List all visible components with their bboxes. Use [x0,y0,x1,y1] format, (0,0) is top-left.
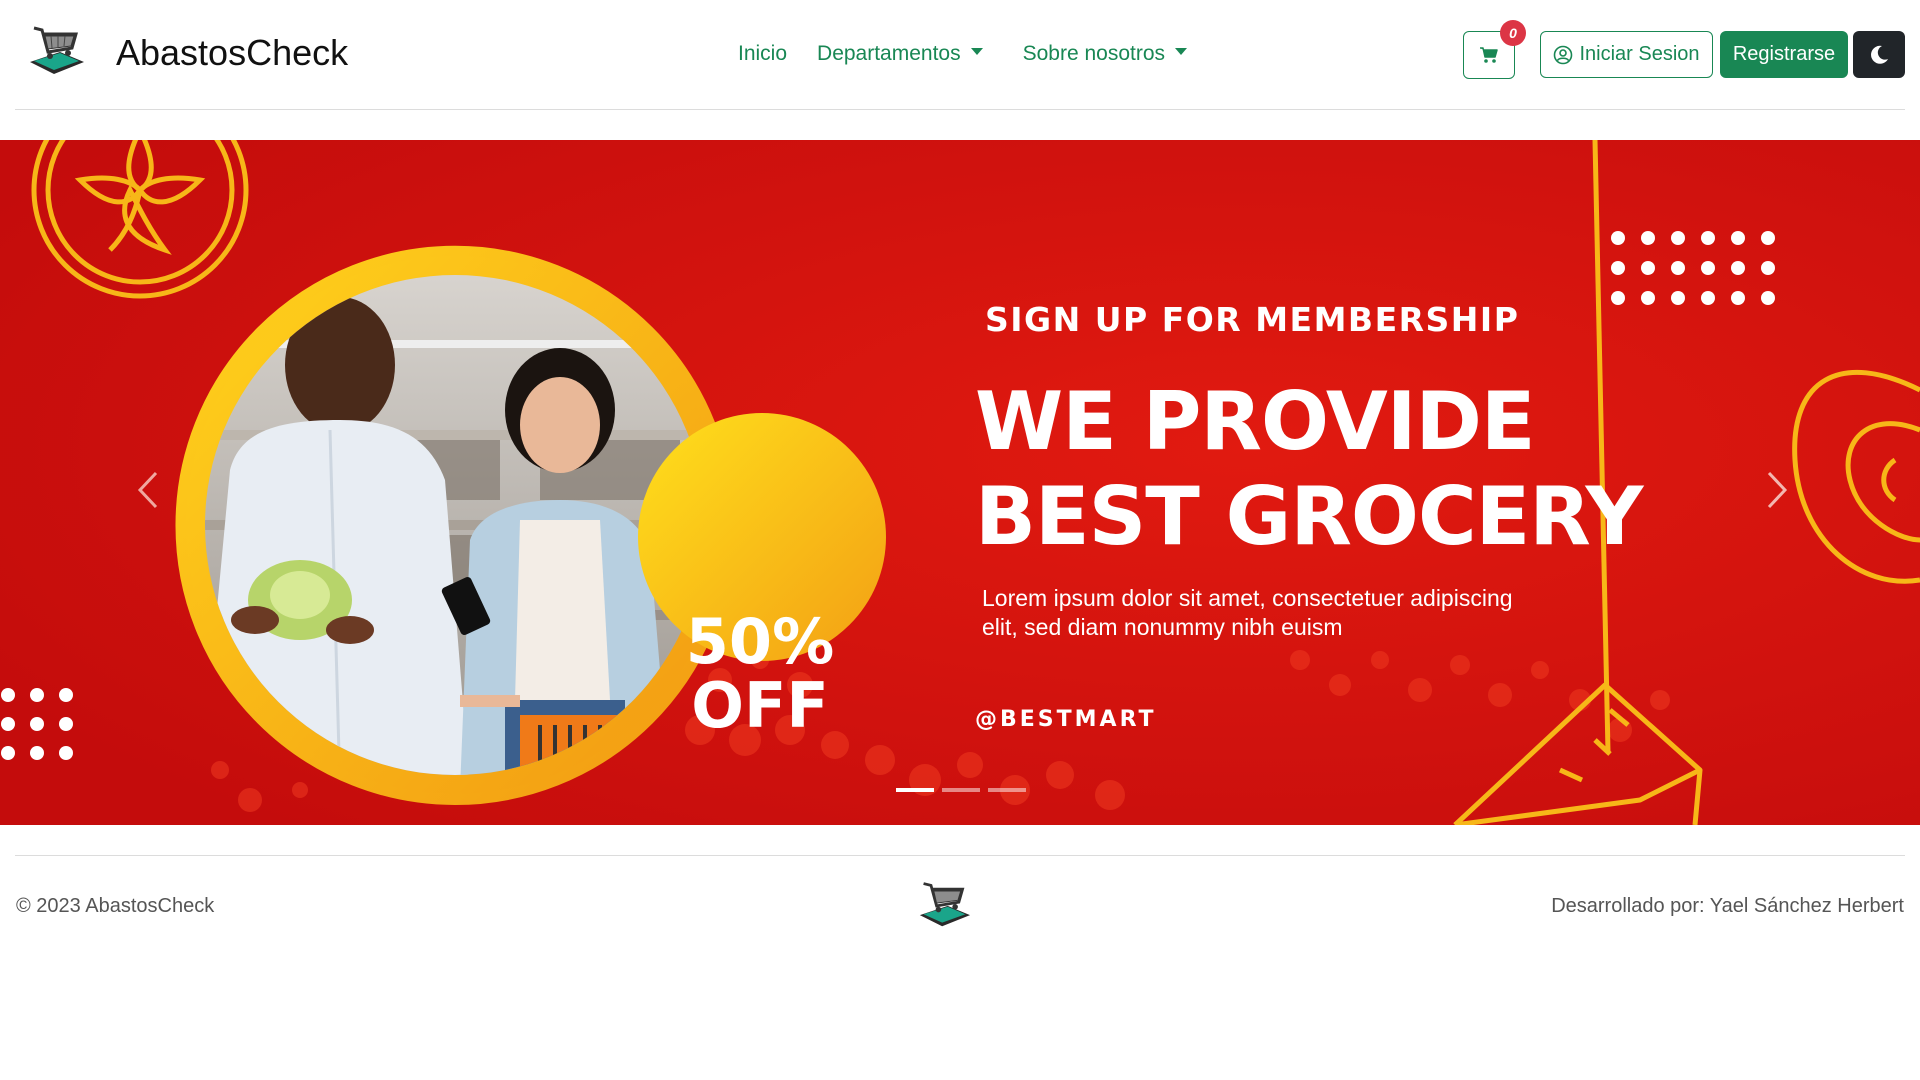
footer-copyright: © 2023 AbastosCheck [16,895,215,917]
nav-departamentos-label: Departamentos [817,42,961,65]
discount-off-label: OFF [691,669,829,742]
carousel-indicator-3[interactable] [988,788,1026,792]
nav-inicio[interactable]: Inicio [738,42,787,66]
cart-count-badge: 0 [1500,20,1526,46]
shopping-cart-logo-icon [30,26,84,74]
brand[interactable]: AbastosCheck [26,22,348,78]
register-button[interactable]: Registrarse [1720,31,1848,78]
footer-credit: Desarrollado por: Yael Sánchez Herbert [1551,895,1904,917]
carousel-next-button[interactable] [1755,455,1795,525]
navbar: AbastosCheck Inicio Departamentos Sobre … [0,0,1920,110]
main-nav: Inicio Departamentos Sobre nosotros [738,42,1188,66]
banner-description-line2: elit, sed diam nonummy nibh euism [982,614,1343,640]
banner-handle: @BESTMART [975,707,1157,732]
footer-divider [15,855,1905,856]
banner-headline-line2: BEST GROCERY [975,470,1643,563]
caret-down-icon [970,47,983,55]
nav-departamentos-dropdown[interactable]: Departamentos [817,42,983,66]
nav-sobre-nosotros-dropdown[interactable]: Sobre nosotros [1022,42,1188,66]
shopping-cart-logo-icon[interactable] [915,878,973,930]
brand-name: AbastosCheck [116,32,349,73]
moon-icon [1871,45,1888,64]
carousel-indicators [896,788,1026,792]
login-label: Iniciar Sesion [1579,43,1700,65]
carousel-prev-button[interactable] [130,455,170,525]
discount-badge: 50% OFF [640,610,880,738]
nav-sobre-nosotros-label: Sobre nosotros [1022,42,1166,65]
user-circle-icon [1554,45,1573,64]
carousel-indicator-2[interactable] [942,788,980,792]
cart-icon [1480,47,1498,63]
chevron-left-icon [137,471,158,509]
banner-signup-text: SIGN UP FOR MEMBERSHIP [985,300,1520,339]
chevron-right-icon [1767,471,1788,509]
discount-percent: 50% [685,605,835,678]
carousel-indicator-1[interactable] [896,788,934,792]
banner-headline-line1: WE PROVIDE [975,375,1536,468]
login-button[interactable]: Iniciar Sesion [1540,31,1713,78]
banner-description-line1: Lorem ipsum dolor sit amet, consectetuer… [982,585,1513,611]
caret-down-icon [1175,47,1188,55]
register-label: Registrarse [1732,43,1836,65]
header-divider [15,109,1905,110]
theme-toggle-button[interactable] [1853,31,1905,78]
hero-carousel: 50% OFF SIGN UP FOR MEMBERSHIP WE PROVID… [0,140,1920,825]
